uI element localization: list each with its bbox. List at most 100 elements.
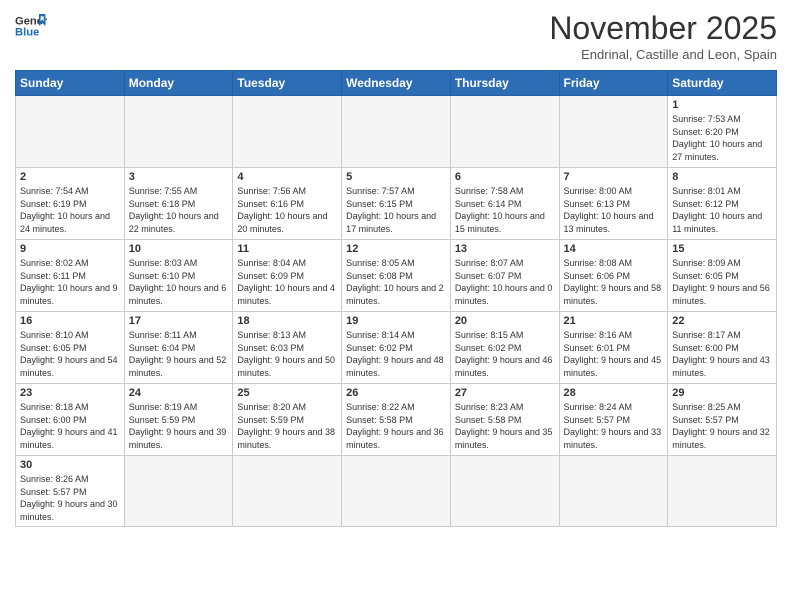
day-info: Sunrise: 8:02 AM Sunset: 6:11 PM Dayligh… xyxy=(20,257,120,307)
day-info: Sunrise: 8:16 AM Sunset: 6:01 PM Dayligh… xyxy=(564,329,664,379)
calendar-week-row: 16 Sunrise: 8:10 AM Sunset: 6:05 PM Dayli… xyxy=(16,312,777,384)
day-info: Sunrise: 8:11 AM Sunset: 6:04 PM Dayligh… xyxy=(129,329,229,379)
day-info: Sunrise: 8:25 AM Sunset: 5:57 PM Dayligh… xyxy=(672,401,772,451)
calendar-cell: 8 Sunrise: 8:01 AM Sunset: 6:12 PM Daylig… xyxy=(668,168,777,240)
calendar-cell: 20 Sunrise: 8:15 AM Sunset: 6:02 PM Dayli… xyxy=(450,312,559,384)
day-info: Sunrise: 8:26 AM Sunset: 5:57 PM Dayligh… xyxy=(20,473,120,523)
calendar-cell: 26 Sunrise: 8:22 AM Sunset: 5:58 PM Dayli… xyxy=(342,384,451,456)
day-info: Sunrise: 8:24 AM Sunset: 5:57 PM Dayligh… xyxy=(564,401,664,451)
day-number: 11 xyxy=(237,243,337,255)
calendar-week-row: 30 Sunrise: 8:26 AM Sunset: 5:57 PM Dayli… xyxy=(16,456,777,527)
calendar-cell: 15 Sunrise: 8:09 AM Sunset: 6:05 PM Dayli… xyxy=(668,240,777,312)
day-info: Sunrise: 7:58 AM Sunset: 6:14 PM Dayligh… xyxy=(455,185,555,235)
calendar-page: General Blue November 2025 Endrinal, Cas… xyxy=(0,0,792,612)
calendar-cell: 28 Sunrise: 8:24 AM Sunset: 5:57 PM Dayli… xyxy=(559,384,668,456)
calendar-cell xyxy=(124,456,233,527)
calendar-table: SundayMondayTuesdayWednesdayThursdayFrid… xyxy=(15,70,777,527)
day-number: 3 xyxy=(129,171,229,183)
calendar-cell xyxy=(668,456,777,527)
day-info: Sunrise: 7:57 AM Sunset: 6:15 PM Dayligh… xyxy=(346,185,446,235)
day-number: 24 xyxy=(129,387,229,399)
day-number: 13 xyxy=(455,243,555,255)
calendar-cell: 17 Sunrise: 8:11 AM Sunset: 6:04 PM Dayli… xyxy=(124,312,233,384)
day-info: Sunrise: 8:05 AM Sunset: 6:08 PM Dayligh… xyxy=(346,257,446,307)
day-number: 26 xyxy=(346,387,446,399)
day-info: Sunrise: 8:20 AM Sunset: 5:59 PM Dayligh… xyxy=(237,401,337,451)
day-number: 27 xyxy=(455,387,555,399)
calendar-cell: 12 Sunrise: 8:05 AM Sunset: 6:08 PM Dayli… xyxy=(342,240,451,312)
calendar-cell: 9 Sunrise: 8:02 AM Sunset: 6:11 PM Daylig… xyxy=(16,240,125,312)
day-number: 25 xyxy=(237,387,337,399)
day-info: Sunrise: 8:22 AM Sunset: 5:58 PM Dayligh… xyxy=(346,401,446,451)
day-number: 18 xyxy=(237,315,337,327)
calendar-cell xyxy=(450,96,559,168)
day-number: 21 xyxy=(564,315,664,327)
day-info: Sunrise: 8:10 AM Sunset: 6:05 PM Dayligh… xyxy=(20,329,120,379)
calendar-cell: 24Sunrise: 8:19 AM Sunset: 5:59 PM Dayli… xyxy=(124,384,233,456)
calendar-cell: 7 Sunrise: 8:00 AM Sunset: 6:13 PM Daylig… xyxy=(559,168,668,240)
day-info: Sunrise: 7:53 AM Sunset: 6:20 PM Dayligh… xyxy=(672,113,772,163)
day-info: Sunrise: 8:18 AM Sunset: 6:00 PM Dayligh… xyxy=(20,401,120,451)
calendar-cell xyxy=(233,96,342,168)
calendar-cell: 27 Sunrise: 8:23 AM Sunset: 5:58 PM Dayli… xyxy=(450,384,559,456)
day-info: Sunrise: 7:54 AM Sunset: 6:19 PM Dayligh… xyxy=(20,185,120,235)
day-info: Sunrise: 8:04 AM Sunset: 6:09 PM Dayligh… xyxy=(237,257,337,307)
calendar-week-row: 23 Sunrise: 8:18 AM Sunset: 6:00 PM Dayli… xyxy=(16,384,777,456)
calendar-cell: 22Sunrise: 8:17 AM Sunset: 6:00 PM Dayli… xyxy=(668,312,777,384)
calendar-cell: 2 Sunrise: 7:54 AM Sunset: 6:19 PM Daylig… xyxy=(16,168,125,240)
day-number: 19 xyxy=(346,315,446,327)
calendar-cell xyxy=(559,456,668,527)
day-number: 7 xyxy=(564,171,664,183)
calendar-cell: 6Sunrise: 7:58 AM Sunset: 6:14 PM Daylig… xyxy=(450,168,559,240)
calendar-cell: 14Sunrise: 8:08 AM Sunset: 6:06 PM Dayli… xyxy=(559,240,668,312)
weekday-header-wednesday: Wednesday xyxy=(342,71,451,96)
day-info: Sunrise: 8:03 AM Sunset: 6:10 PM Dayligh… xyxy=(129,257,229,307)
weekday-header-monday: Monday xyxy=(124,71,233,96)
day-number: 16 xyxy=(20,315,120,327)
day-info: Sunrise: 8:09 AM Sunset: 6:05 PM Dayligh… xyxy=(672,257,772,307)
calendar-cell xyxy=(16,96,125,168)
calendar-cell xyxy=(233,456,342,527)
day-info: Sunrise: 7:55 AM Sunset: 6:18 PM Dayligh… xyxy=(129,185,229,235)
calendar-cell xyxy=(342,96,451,168)
day-number: 20 xyxy=(455,315,555,327)
calendar-cell: 4Sunrise: 7:56 AM Sunset: 6:16 PM Daylig… xyxy=(233,168,342,240)
day-number: 4 xyxy=(237,171,337,183)
day-info: Sunrise: 8:23 AM Sunset: 5:58 PM Dayligh… xyxy=(455,401,555,451)
calendar-cell: 21 Sunrise: 8:16 AM Sunset: 6:01 PM Dayli… xyxy=(559,312,668,384)
day-number: 17 xyxy=(129,315,229,327)
weekday-header-thursday: Thursday xyxy=(450,71,559,96)
month-title: November 2025 xyxy=(549,10,777,47)
day-info: Sunrise: 8:15 AM Sunset: 6:02 PM Dayligh… xyxy=(455,329,555,379)
day-number: 10 xyxy=(129,243,229,255)
day-number: 9 xyxy=(20,243,120,255)
calendar-week-row: 2 Sunrise: 7:54 AM Sunset: 6:19 PM Daylig… xyxy=(16,168,777,240)
day-number: 15 xyxy=(672,243,772,255)
calendar-week-row: 1Sunrise: 7:53 AM Sunset: 6:20 PM Daylig… xyxy=(16,96,777,168)
day-number: 28 xyxy=(564,387,664,399)
svg-text:Blue: Blue xyxy=(15,27,39,39)
calendar-cell: 5 Sunrise: 7:57 AM Sunset: 6:15 PM Daylig… xyxy=(342,168,451,240)
calendar-cell: 11 Sunrise: 8:04 AM Sunset: 6:09 PM Dayli… xyxy=(233,240,342,312)
day-info: Sunrise: 8:08 AM Sunset: 6:06 PM Dayligh… xyxy=(564,257,664,307)
calendar-cell xyxy=(450,456,559,527)
day-number: 2 xyxy=(20,171,120,183)
calendar-cell: 10 Sunrise: 8:03 AM Sunset: 6:10 PM Dayli… xyxy=(124,240,233,312)
day-number: 8 xyxy=(672,171,772,183)
weekday-header-tuesday: Tuesday xyxy=(233,71,342,96)
day-info: Sunrise: 8:01 AM Sunset: 6:12 PM Dayligh… xyxy=(672,185,772,235)
day-number: 23 xyxy=(20,387,120,399)
day-info: Sunrise: 8:14 AM Sunset: 6:02 PM Dayligh… xyxy=(346,329,446,379)
day-info: Sunrise: 8:00 AM Sunset: 6:13 PM Dayligh… xyxy=(564,185,664,235)
weekday-header-saturday: Saturday xyxy=(668,71,777,96)
day-number: 22 xyxy=(672,315,772,327)
weekday-header-sunday: Sunday xyxy=(16,71,125,96)
calendar-cell: 23 Sunrise: 8:18 AM Sunset: 6:00 PM Dayli… xyxy=(16,384,125,456)
day-number: 5 xyxy=(346,171,446,183)
calendar-cell: 1Sunrise: 7:53 AM Sunset: 6:20 PM Daylig… xyxy=(668,96,777,168)
calendar-cell: 30 Sunrise: 8:26 AM Sunset: 5:57 PM Dayli… xyxy=(16,456,125,527)
calendar-cell: 3 Sunrise: 7:55 AM Sunset: 6:18 PM Daylig… xyxy=(124,168,233,240)
calendar-cell xyxy=(124,96,233,168)
day-number: 30 xyxy=(20,459,120,471)
day-number: 12 xyxy=(346,243,446,255)
